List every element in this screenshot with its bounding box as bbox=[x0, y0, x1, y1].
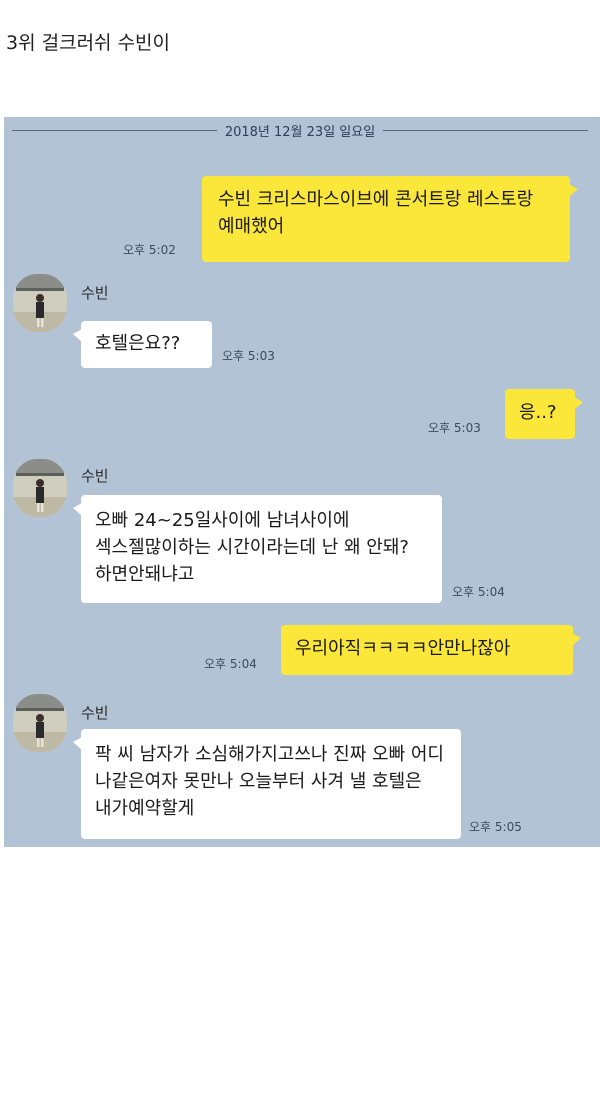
sender-name: 수빈 bbox=[81, 284, 109, 302]
divider-rule bbox=[383, 129, 589, 131]
divider-rule bbox=[12, 129, 217, 131]
message-bubble-received: 오빠 24~25일사이에 남녀사이에 섹스젤많이하는 시간이라는데 난 왜 안돼… bbox=[73, 495, 442, 603]
message-bubble-sent: 응..? bbox=[505, 389, 583, 439]
message-bubble-sent: 우리아직ㅋㅋㅋㅋ안만나잖아 bbox=[281, 625, 581, 675]
avatar bbox=[13, 459, 67, 517]
message-time: 오후 5:03 bbox=[428, 421, 481, 435]
message-time: 오후 5:04 bbox=[452, 585, 505, 599]
sender-name: 수빈 bbox=[81, 467, 109, 485]
message-time: 오후 5:05 bbox=[469, 820, 522, 834]
sender-name: 수빈 bbox=[81, 704, 109, 722]
message-time: 오후 5:03 bbox=[222, 349, 275, 363]
post-title: 3위 걸크러쉬 수빈이 bbox=[6, 32, 171, 54]
message-time: 오후 5:04 bbox=[204, 657, 257, 671]
chat-screenshot: 2018년 12월 23일 일요일 오후 5:02 수빈 크리스마스이브에 콘서… bbox=[4, 117, 600, 847]
date-divider: 2018년 12월 23일 일요일 bbox=[4, 117, 600, 143]
message-bubble-received: 팍 씨 남자가 소심해가지고쓰나 진짜 오빠 어디 나같은여자 못만나 오늘부터… bbox=[73, 729, 461, 839]
message-time: 오후 5:02 bbox=[123, 243, 176, 257]
avatar bbox=[13, 274, 67, 332]
date-label: 2018년 12월 23일 일요일 bbox=[224, 124, 376, 140]
message-bubble-sent: 수빈 크리스마스이브에 콘서트랑 레스토랑 예매했어 bbox=[202, 176, 578, 262]
message-bubble-received: 호텔은요?? bbox=[73, 321, 212, 368]
avatar bbox=[13, 694, 67, 752]
